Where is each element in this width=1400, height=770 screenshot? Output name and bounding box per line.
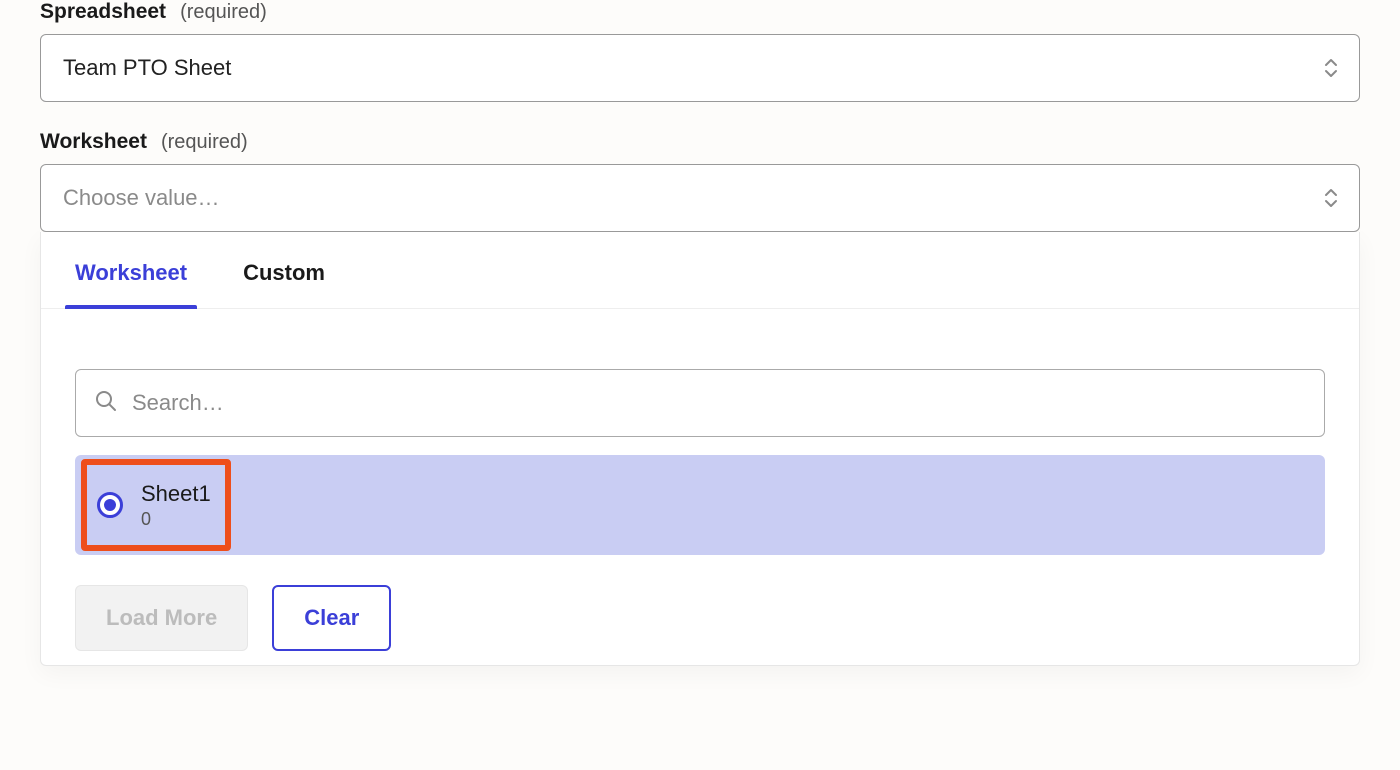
spreadsheet-label: Spreadsheet [40,0,166,24]
search-icon [94,389,118,418]
worksheet-select-placeholder: Choose value… [63,185,220,211]
spreadsheet-label-row: Spreadsheet (required) [40,0,1360,24]
spreadsheet-select-value: Team PTO Sheet [63,55,231,81]
dropdown-actions: Load More Clear [75,585,1325,651]
chevron-updown-icon [1323,58,1339,78]
spreadsheet-select[interactable]: Team PTO Sheet [40,34,1360,102]
worksheet-label-row: Worksheet (required) [40,130,1360,154]
spreadsheet-field: Spreadsheet (required) Team PTO Sheet [40,0,1360,102]
worksheet-field: Worksheet (required) Choose value… Works… [40,130,1360,666]
worksheet-label: Worksheet [40,130,147,154]
load-more-button: Load More [75,585,248,651]
radio-selected-icon [97,492,123,518]
option-title: Sheet1 [141,480,211,508]
options-list: Sheet1 0 [75,455,1325,555]
search-input[interactable] [132,390,1306,416]
spreadsheet-required: (required) [180,1,267,24]
tab-custom[interactable]: Custom [243,260,325,308]
option-text: Sheet1 0 [141,480,211,530]
option-highlight-box: Sheet1 0 [81,459,231,551]
dropdown-panel-inner: Sheet1 0 Load More Clear [41,309,1359,665]
option-sheet1[interactable]: Sheet1 0 [75,455,1325,555]
option-sub: 0 [141,508,211,531]
chevron-updown-icon [1323,188,1339,208]
search-box[interactable] [75,369,1325,437]
worksheet-required: (required) [161,131,248,154]
worksheet-dropdown-panel: Worksheet Custom [40,232,1360,666]
clear-button[interactable]: Clear [272,585,391,651]
dropdown-tabs: Worksheet Custom [41,232,1359,309]
tab-worksheet[interactable]: Worksheet [75,260,187,308]
worksheet-select[interactable]: Choose value… [40,164,1360,232]
